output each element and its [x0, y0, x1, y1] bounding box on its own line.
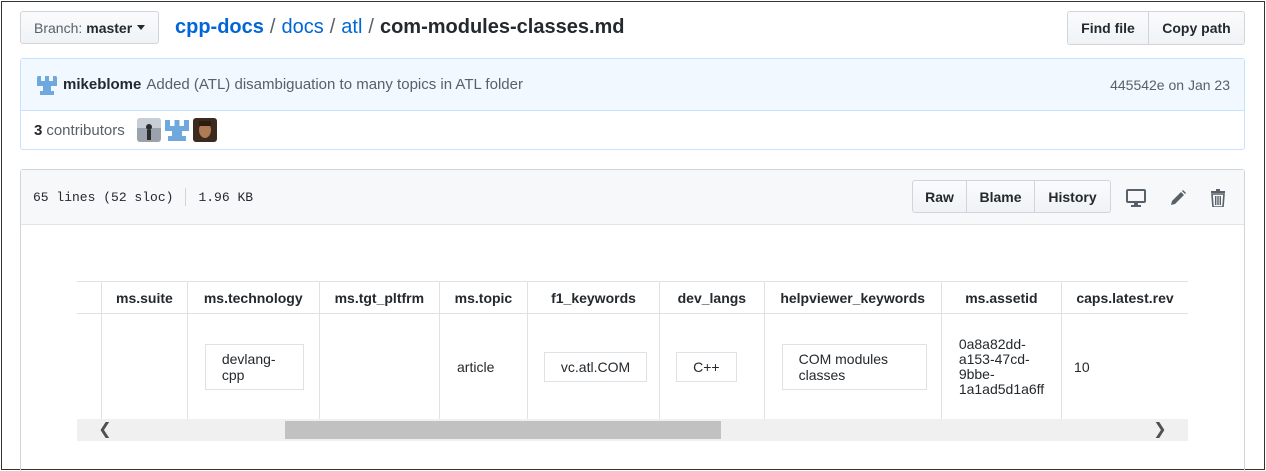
commit-author-link[interactable]: mikeblome — [63, 76, 141, 93]
table-header-cell: ms.suite — [101, 281, 188, 314]
table-header-cell: ms.topic — [439, 281, 528, 314]
history-button[interactable]: History — [1035, 180, 1111, 213]
frontmatter-table-scroll-area[interactable]: ms.suite ms.technology ms.tgt_pltfrm ms.… — [77, 281, 1188, 420]
commit-header: mikeblome Added (ATL) disambiguation to … — [21, 59, 1244, 111]
file-viewer: 65 lines (52 sloc) 1.96 KB Raw Blame His… — [20, 169, 1245, 471]
blame-button[interactable]: Blame — [967, 180, 1035, 213]
commit-sha-link[interactable]: 445542e — [1110, 77, 1165, 93]
scroll-left-arrow-icon[interactable]: ❮ — [97, 422, 113, 438]
contributor-avatar-icon[interactable] — [136, 118, 161, 142]
table-row: devlang- cpp article vc.atl.COM C++ COM … — [77, 313, 1188, 420]
table-header-cell: ms.tgt_pltfrm — [318, 281, 441, 314]
frontmatter-table: ms.suite ms.technology ms.tgt_pltfrm ms.… — [77, 281, 1188, 420]
cell-value-box: COM modules classes — [781, 343, 927, 390]
table-cell: COM modules classes — [763, 313, 942, 420]
breadcrumb-separator: / — [329, 16, 336, 38]
table-cell: devlang- cpp — [186, 313, 320, 420]
contributors-label[interactable]: contributors — [46, 122, 124, 139]
table-cell: C++ — [659, 313, 765, 420]
branch-label: Branch: — [34, 19, 83, 36]
file-line-count: 65 lines (52 sloc) — [33, 189, 174, 205]
commit-message-link[interactable]: Added (ATL) disambiguation to many topic… — [146, 76, 523, 93]
breadcrumb-current-file: com-modules-classes.md — [379, 16, 625, 38]
find-file-button[interactable]: Find file — [1067, 11, 1149, 45]
table-header-cell: ms.assetid — [940, 281, 1063, 314]
table-cell: 10 — [1061, 313, 1188, 420]
table-header-cell: ms.technology — [186, 281, 320, 314]
trash-icon[interactable] — [1207, 187, 1229, 209]
contributors-count: 3 — [34, 121, 43, 139]
contributor-avatar-icon[interactable] — [164, 118, 189, 142]
contributor-avatar-icon[interactable] — [192, 118, 217, 142]
file-nav-button-group: Find file Copy path — [1067, 11, 1245, 45]
table-header-cell: helpviewer_keywords — [763, 281, 942, 314]
desktop-icon[interactable] — [1125, 187, 1147, 209]
header-divider — [185, 188, 187, 206]
table-header-cell: f1_keywords — [526, 281, 661, 314]
latest-commit-box: mikeblome Added (ATL) disambiguation to … — [20, 58, 1245, 150]
contributors-row: 3 contributors — [21, 111, 1244, 149]
file-action-button-group: Raw Blame History — [912, 180, 1111, 213]
raw-button[interactable]: Raw — [912, 180, 967, 213]
table-header-row: ms.suite ms.technology ms.tgt_pltfrm ms.… — [77, 281, 1188, 314]
breadcrumb-repo-link[interactable]: cpp-docs — [175, 16, 264, 38]
commit-meta: 445542e on Jan 23 — [1110, 77, 1230, 93]
breadcrumb: cpp-docs / docs / atl / com-modules-classes.md — [175, 14, 625, 40]
breadcrumb-atl-link[interactable]: atl — [341, 16, 362, 38]
file-size: 1.96 KB — [198, 189, 254, 205]
author-avatar-icon[interactable] — [37, 74, 57, 95]
breadcrumb-separator: / — [269, 16, 276, 38]
pencil-icon[interactable] — [1167, 187, 1189, 209]
horizontal-scrollbar[interactable]: ❮ ❯ — [77, 419, 1188, 441]
table-header-cell: caps.latest.rev — [1061, 281, 1188, 314]
branch-name: master — [86, 19, 133, 36]
cell-value-box: devlang- cpp — [204, 343, 304, 390]
caret-down-icon — [137, 25, 146, 30]
commit-date: on Jan 23 — [1168, 77, 1231, 93]
table-header-cell — [77, 281, 102, 314]
scroll-right-arrow-icon[interactable]: ❯ — [1152, 422, 1168, 438]
cell-value-box: C++ — [676, 351, 737, 382]
scrollbar-thumb[interactable] — [285, 421, 721, 439]
table-cell: article — [439, 313, 528, 420]
branch-selector-button[interactable]: Branch: master — [20, 11, 159, 44]
copy-path-button[interactable]: Copy path — [1149, 11, 1245, 45]
table-cell — [101, 313, 188, 420]
breadcrumb-docs-link[interactable]: docs — [281, 16, 323, 38]
table-cell — [318, 313, 441, 420]
table-cell — [77, 313, 102, 420]
breadcrumb-separator: / — [368, 16, 374, 38]
table-cell: 0a8a82dd- a153-47cd- 9bbe- 1a1ad5d1a6ff — [940, 313, 1063, 420]
table-header-cell: dev_langs — [659, 281, 765, 314]
table-cell: vc.atl.COM — [526, 313, 661, 420]
cell-value-box: vc.atl.COM — [543, 351, 648, 382]
